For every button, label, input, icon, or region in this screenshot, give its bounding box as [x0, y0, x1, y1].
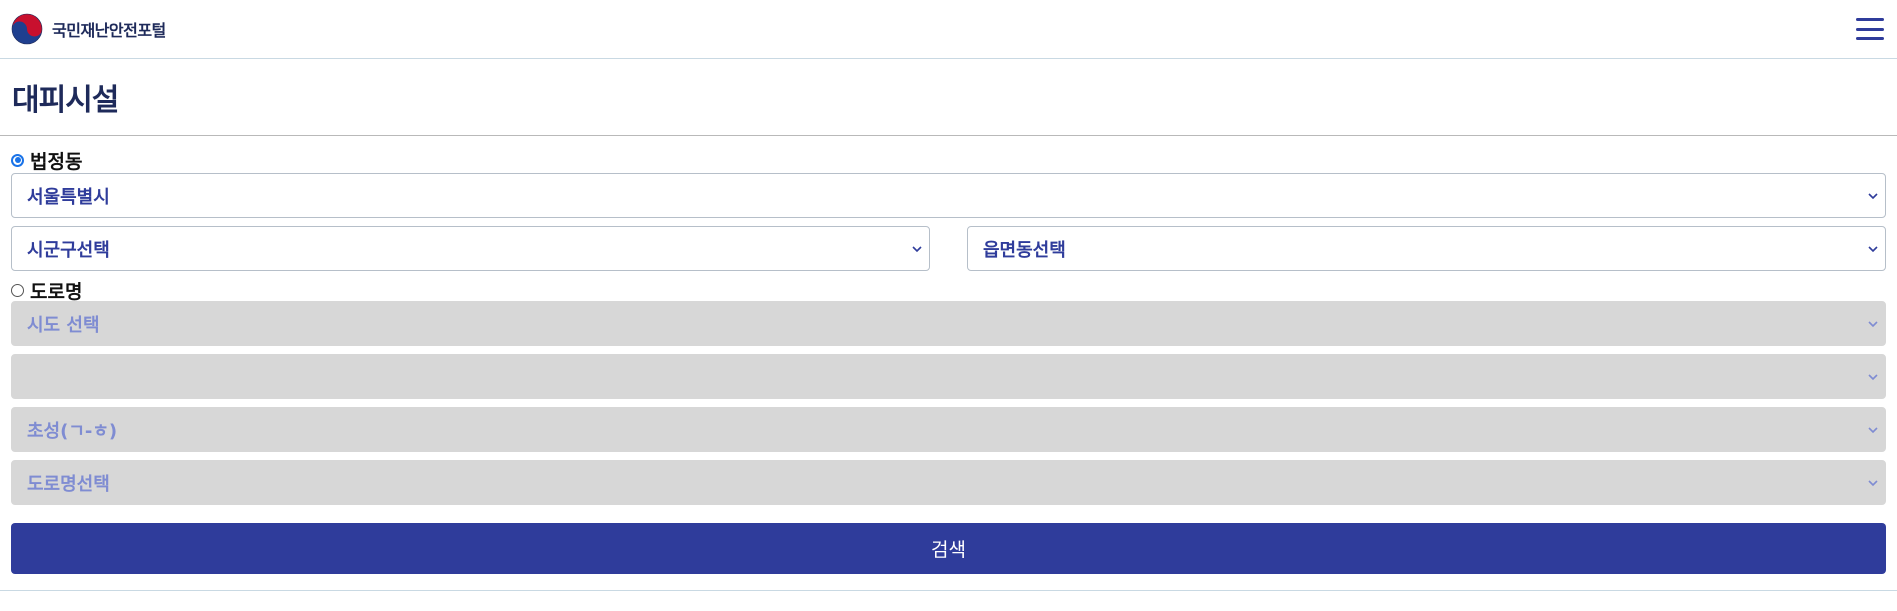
legal-dong-radio[interactable] — [11, 153, 24, 167]
title-bar: 대피시설 — [0, 59, 1897, 136]
search-button[interactable]: 검색 — [11, 523, 1886, 574]
brand-name: 국민재난안전포털 — [52, 21, 166, 40]
chevron-down-icon — [1868, 245, 1878, 252]
hamburger-menu-icon — [1856, 18, 1884, 21]
road-initial-value: 초성(ㄱ-ㅎ) — [27, 420, 118, 442]
footer-divider — [0, 590, 1897, 591]
chevron-down-icon — [1868, 373, 1878, 380]
legal-dong-label: 법정동 — [30, 150, 83, 173]
chevron-down-icon — [1868, 320, 1878, 327]
legal-sub-selects: 시군구선택 읍면동선택 — [11, 226, 1886, 271]
road-sido-select[interactable]: 시도 선택 — [11, 301, 1886, 346]
legal-dong-option[interactable]: 법정동 — [11, 149, 1886, 173]
legal-sigungu-select[interactable]: 시군구선택 — [11, 226, 930, 271]
road-sido-value: 시도 선택 — [27, 314, 100, 336]
road-name-radio[interactable] — [11, 283, 24, 297]
search-form: 법정동 서울특별시 시군구선택 읍면동선택 도로명 시도 선택 초성(ㄱ-ㅎ) … — [0, 136, 1897, 574]
chevron-down-icon — [1868, 479, 1878, 486]
legal-sido-value: 서울특별시 — [27, 186, 110, 208]
legal-sido-select[interactable]: 서울특별시 — [11, 173, 1886, 218]
menu-button[interactable] — [1856, 18, 1884, 40]
page-title: 대피시설 — [12, 83, 119, 118]
legal-eupmyeondong-select[interactable]: 읍면동선택 — [967, 226, 1886, 271]
taegeuk-emblem-icon — [11, 13, 43, 45]
chevron-down-icon — [912, 245, 922, 252]
road-name-value: 도로명선택 — [27, 473, 110, 495]
road-name-option[interactable]: 도로명 — [11, 279, 1886, 303]
legal-sigungu-value: 시군구선택 — [27, 239, 110, 261]
chevron-down-icon — [1868, 426, 1878, 433]
road-initial-select[interactable]: 초성(ㄱ-ㅎ) — [11, 407, 1886, 452]
road-name-select[interactable]: 도로명선택 — [11, 460, 1886, 505]
road-sigungu-select[interactable] — [11, 354, 1886, 399]
site-header: 국민재난안전포털 — [0, 0, 1897, 59]
road-name-label: 도로명 — [30, 280, 83, 303]
legal-eupmyeondong-value: 읍면동선택 — [983, 239, 1066, 261]
chevron-down-icon — [1868, 192, 1878, 199]
brand-logo-link[interactable]: 국민재난안전포털 — [11, 13, 166, 45]
